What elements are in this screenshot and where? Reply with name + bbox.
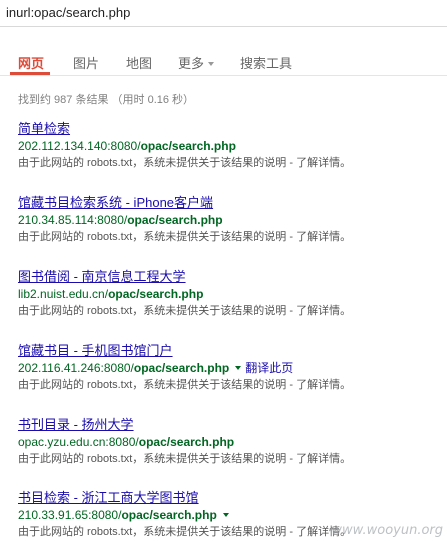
learn-more-link[interactable]: 了解详情。 (296, 157, 351, 169)
tab-more-label: 更多 (178, 56, 205, 71)
result-url-path: opac/search.php (127, 213, 223, 227)
learn-more-link[interactable]: 了解详情。 (296, 305, 351, 317)
result-snippet-text: 由于此网站的 robots.txt，系统未提供关于该结果的说明 - (18, 157, 297, 169)
learn-more-link[interactable]: 了解详情。 (296, 379, 351, 391)
result-url: 210.33.91.65:8080/opac/search.php (18, 507, 443, 523)
tab-images[interactable]: 图片 (73, 53, 99, 72)
url-dropdown-arrow-icon[interactable] (235, 365, 242, 370)
search-bar (0, 0, 447, 27)
tab-maps[interactable]: 地图 (126, 53, 152, 72)
chevron-down-icon (208, 61, 215, 66)
result-url-host: 210.34.85.114:8080/ (18, 213, 128, 227)
result-url: 210.34.85.114:8080/opac/search.php (18, 212, 443, 228)
result-snippet-text: 由于此网站的 robots.txt，系统未提供关于该结果的说明 - (18, 231, 297, 243)
tab-search-tools[interactable]: 搜索工具 (240, 53, 292, 72)
result-snippet: 由于此网站的 robots.txt，系统未提供关于该结果的说明 - 了解详情。 (18, 452, 443, 467)
result-snippet: 由于此网站的 robots.txt，系统未提供关于该结果的说明 - 了解详情。 (18, 304, 443, 319)
result-snippet-text: 由于此网站的 robots.txt，系统未提供关于该结果的说明 - (18, 379, 297, 391)
result-url-path: opac/search.php (140, 139, 236, 153)
result-url-host: 202.112.134.140:8080/ (18, 139, 141, 153)
result-url-path: opac/search.php (121, 508, 217, 522)
result-url-host: opac.yzu.edu.cn:8080/ (18, 435, 139, 449)
result-snippet: 由于此网站的 robots.txt，系统未提供关于该结果的说明 - 了解详情。 (18, 230, 443, 245)
result-title-link[interactable]: 馆藏书目 - 手机图书馆门户 (18, 342, 443, 359)
result-url-host: lib2.nuist.edu.cn/ (18, 287, 109, 301)
result-url-host: 202.116.41.246:8080/ (18, 361, 134, 375)
result-url: 202.112.134.140:8080/opac/search.php (18, 138, 443, 154)
learn-more-link[interactable]: 了解详情。 (296, 453, 351, 465)
result-url-path: opac/search.php (133, 361, 230, 375)
result-url-host: 210.33.91.65:8080/ (18, 508, 122, 522)
search-result: 书刊目录 - 扬州大学 opac.yzu.edu.cn:8080/opac/se… (18, 416, 443, 467)
result-snippet: 由于此网站的 robots.txt，系统未提供关于该结果的说明 - 了解详情。 (18, 156, 443, 171)
translate-page-link[interactable]: 翻译此页 (245, 361, 293, 375)
search-input[interactable] (6, 3, 436, 21)
result-url: opac.yzu.edu.cn:8080/opac/search.php (18, 434, 443, 450)
active-tab-indicator (10, 72, 50, 75)
search-result: 简单检索 202.112.134.140:8080/opac/search.ph… (18, 120, 443, 171)
learn-more-link[interactable]: 了解详情。 (296, 231, 351, 243)
watermark: www.wooyun.org (331, 523, 443, 538)
url-dropdown-arrow-icon[interactable] (222, 512, 229, 517)
search-result: 馆藏书目 - 手机图书馆门户 202.116.41.246:8080/opac/… (18, 342, 443, 393)
tab-web[interactable]: 网页 (18, 53, 44, 72)
search-nav-bar: 网页 图片 地图 更多 搜索工具 (0, 42, 447, 76)
result-snippet: 由于此网站的 robots.txt，系统未提供关于该结果的说明 - 了解详情。 (18, 378, 443, 393)
result-title-link[interactable]: 书目检索 - 浙江工商大学图书馆 (18, 489, 443, 506)
result-title-link[interactable]: 图书借阅 - 南京信息工程大学 (18, 268, 443, 285)
result-title-link[interactable]: 书刊目录 - 扬州大学 (18, 416, 443, 433)
result-title-link[interactable]: 简单检索 (18, 120, 443, 137)
search-result: 图书借阅 - 南京信息工程大学 lib2.nuist.edu.cn/opac/s… (18, 268, 443, 319)
result-title-link[interactable]: 馆藏书目检索系统 - iPhone客户端 (18, 194, 443, 211)
result-url: lib2.nuist.edu.cn/opac/search.php (18, 286, 443, 302)
result-url-path: opac/search.php (108, 287, 204, 301)
tab-more[interactable]: 更多 (178, 53, 215, 72)
result-snippet-text: 由于此网站的 robots.txt，系统未提供关于该结果的说明 - (18, 453, 297, 465)
result-snippet-text: 由于此网站的 robots.txt，系统未提供关于该结果的说明 - (18, 305, 297, 317)
result-stats: 找到约 987 条结果 （用时 0.16 秒） (18, 94, 195, 106)
result-url: 202.116.41.246:8080/opac/search.php 翻译此页 (18, 360, 443, 376)
result-url-path: opac/search.php (138, 435, 235, 449)
result-snippet-text: 由于此网站的 robots.txt，系统未提供关于该结果的说明 - (18, 526, 297, 538)
search-result: 馆藏书目检索系统 - iPhone客户端 210.34.85.114:8080/… (18, 194, 443, 245)
